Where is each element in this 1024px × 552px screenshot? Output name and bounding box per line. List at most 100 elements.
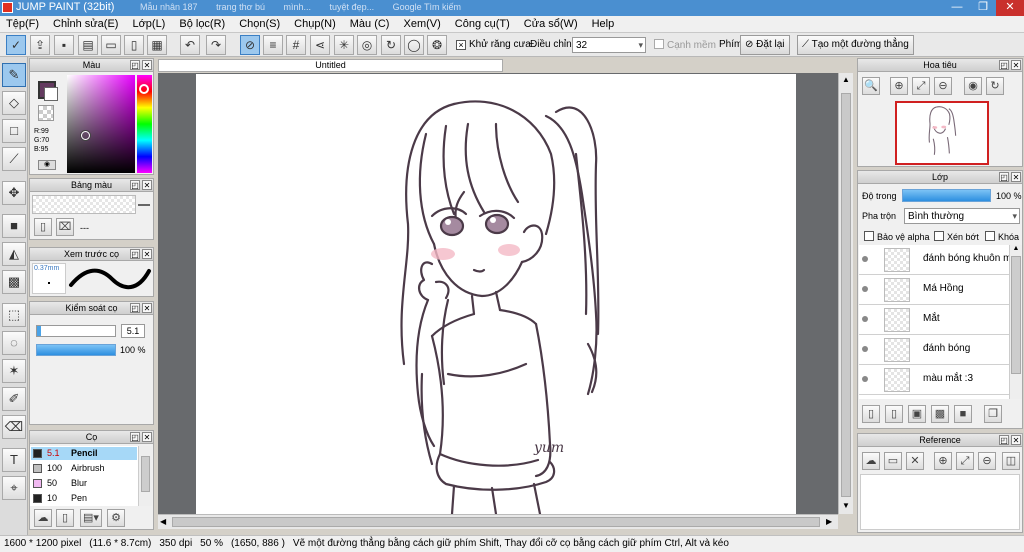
new-palette-icon[interactable]: ▯ [34,218,52,236]
menu-tools[interactable]: Công cụ(T) [449,16,518,32]
radial-ruler-icon[interactable]: ✳ [334,35,354,55]
concentric-ruler-icon[interactable]: ◎ [357,35,377,55]
zoom-in-icon[interactable]: ⊕ [890,77,908,95]
canvas-horizontal-thumb[interactable] [172,517,820,527]
comment-icon[interactable]: ▪ [54,35,74,55]
reference-open-icon[interactable]: ▭ [884,452,902,470]
actual-size-icon[interactable]: ⤢ [912,77,930,95]
smooth-option[interactable]: Cạnh mềm [654,39,716,51]
brush-list-scroll-thumb[interactable] [141,456,150,492]
palette-scroll-handle[interactable] [138,204,150,206]
straight-line-button[interactable]: ⟋ Tạo một đường thẳng [797,35,914,55]
eraser-tool-icon[interactable]: ◇ [2,91,26,115]
hue-slider[interactable] [137,75,152,173]
maximize-button[interactable]: ❐ [970,0,996,16]
background-color-swatch[interactable] [44,87,58,101]
clip-checkbox[interactable] [934,231,944,241]
ellipse-ruler-icon[interactable]: ◯ [404,35,424,55]
undo-icon[interactable]: ↶ [180,35,200,55]
scroll-right-icon[interactable]: ▶ [826,517,832,526]
select-eraser-tool-icon[interactable]: ⌫ [2,415,26,439]
symmetry-ruler-icon[interactable]: ❂ [427,35,447,55]
menu-help[interactable]: Help [586,16,623,32]
lock-checkbox[interactable] [985,231,995,241]
undock-icon[interactable]: ◰ [130,303,140,313]
close-icon[interactable]: ✕ [142,432,152,442]
close-icon[interactable]: ✕ [1011,60,1021,70]
smooth-checkbox[interactable] [654,39,664,49]
layer-list-scroll-thumb[interactable] [1011,256,1021,374]
brush-settings-icon[interactable]: ⚙ [107,509,125,527]
close-icon[interactable]: ✕ [142,303,152,313]
bucket-tool-icon[interactable]: ◭ [2,242,26,266]
select-rect-tool-icon[interactable]: ⬚ [2,303,26,327]
new-brush-icon[interactable]: ▯ [56,509,74,527]
scroll-down-icon[interactable]: ▼ [842,501,850,510]
duplicate-layer-icon[interactable]: ❐ [984,405,1002,423]
transparent-color-swatch[interactable] [38,105,54,121]
brush-opacity-slider[interactable] [36,344,116,356]
scroll-left-icon[interactable]: ◀ [160,517,166,526]
export-icon[interactable]: ⇪ [30,35,50,55]
menu-layer[interactable]: Lớp(L) [126,16,173,32]
message-icon[interactable]: ▤ [78,35,98,55]
redo-icon[interactable]: ↷ [206,35,226,55]
scroll-up-icon[interactable]: ▲ [1010,245,1022,252]
canvas-horizontal-scrollbar[interactable]: ◀ ▶ [158,514,838,529]
layer-item[interactable]: đánh bóng [859,335,1009,365]
reference-rotate-icon[interactable]: ◫ [1002,452,1020,470]
brush-size-slider[interactable] [36,325,116,337]
close-icon[interactable]: ✕ [142,249,152,259]
undock-icon[interactable]: ◰ [130,432,140,442]
undock-icon[interactable]: ◰ [999,435,1009,445]
menu-color[interactable]: Màu (C) [344,16,398,32]
layer-mask-icon[interactable]: ▣ [908,405,926,423]
navigator-preview[interactable] [895,101,989,165]
close-icon[interactable]: ✕ [142,60,152,70]
canvas-vertical-scrollbar[interactable]: ▲ ▼ [838,73,853,514]
palette-swatches[interactable] [32,195,136,214]
reset-button[interactable]: ⊘ Đặt lại [740,35,790,55]
new-layer-alt-icon[interactable]: ▯ [885,405,903,423]
menu-filter[interactable]: Bộ lọc(R) [173,16,233,32]
check-icon[interactable]: ✓ [6,35,26,55]
new-layer-icon[interactable]: ▯ [862,405,880,423]
layer-pattern-icon[interactable]: ▩ [931,405,949,423]
reference-upload-icon[interactable]: ☁ [862,452,880,470]
brush-list-scrollbar[interactable] [138,446,152,506]
canvas-vertical-thumb[interactable] [841,93,851,497]
menu-window[interactable]: Cửa sổ(W) [518,16,586,32]
minimize-button[interactable]: — [944,0,970,16]
close-button[interactable]: ✕ [996,0,1024,16]
page-icon[interactable]: ▯ [124,35,144,55]
menu-file[interactable]: Tệp(F) [0,16,47,32]
reference-view[interactable] [860,474,1020,530]
gradient-tool-icon[interactable]: ▩ [2,270,26,294]
adjust-select[interactable]: 32 [572,37,646,53]
close-icon[interactable]: ✕ [142,180,152,190]
layer-list-scrollbar[interactable]: ▲ [1009,245,1022,399]
blend-mode-select[interactable]: Bình thường [904,208,1020,224]
document-tab[interactable]: Untitled [158,59,503,72]
menu-edit[interactable]: Chỉnh sửa(E) [47,16,126,32]
delete-palette-icon[interactable]: ⌧ [56,218,74,236]
grid-icon[interactable]: ▦ [147,35,167,55]
layer-item[interactable]: màu mắt :3 [859,365,1009,395]
lock-option[interactable]: Khóa [985,231,1019,242]
drawing-canvas[interactable]: yum [196,74,796,516]
reference-zoom-in-icon[interactable]: ⊕ [934,452,952,470]
visibility-icon[interactable] [862,316,868,322]
curve-ruler-icon[interactable]: ↻ [381,35,401,55]
layer-item[interactable]: Mắt [859,305,1009,335]
color-picker-cursor[interactable] [81,131,90,140]
brush-item[interactable]: 10 Pen [31,492,137,505]
layer-opacity-slider[interactable] [902,189,991,202]
undock-icon[interactable]: ◰ [130,249,140,259]
perspective-ruler-icon[interactable]: ⋖ [310,35,330,55]
visibility-icon[interactable] [862,286,868,292]
undock-icon[interactable]: ◰ [999,172,1009,182]
reference-fit-icon[interactable]: ⤢ [956,452,974,470]
protect-alpha-option[interactable]: Bảo vệ alpha [864,231,930,242]
brush-tool-icon[interactable]: ✎ [2,63,26,87]
brush-item[interactable]: 5.1 Pencil [31,447,137,460]
